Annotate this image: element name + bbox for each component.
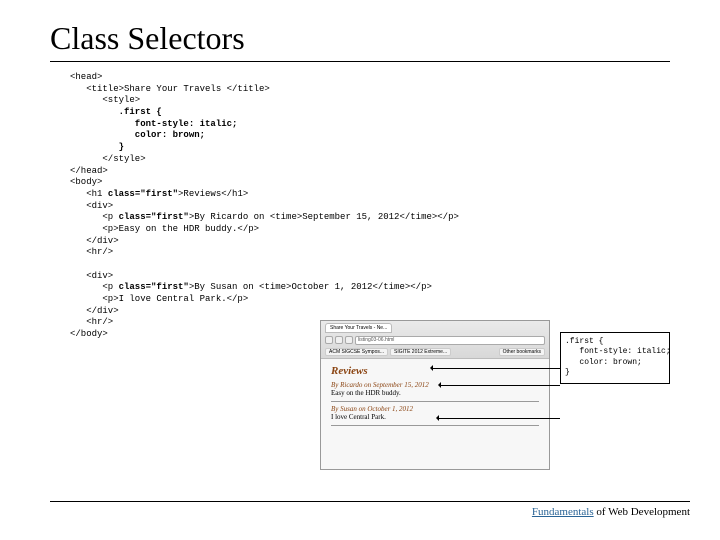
rendered-first-p: By Susan on October 1, 2012 <box>331 405 539 413</box>
address-bar: listing03-06.html <box>355 336 545 345</box>
footer-text: of Web Development <box>594 506 690 518</box>
bookmark-other: Other bookmarks <box>499 348 545 356</box>
back-icon <box>325 336 333 344</box>
bookmark: ACM SIGCSE Sympos... <box>325 348 388 356</box>
arrow-icon <box>440 385 560 386</box>
code-block: <head> <title>Share Your Travels </title… <box>50 72 670 341</box>
rendered-p: Easy on the HDR buddy. <box>331 389 539 397</box>
footer-link: Fundamentals <box>532 506 594 518</box>
arrow-icon <box>432 368 560 369</box>
css-callout: .first { font-style: italic; color: brow… <box>560 332 670 384</box>
forward-icon <box>335 336 343 344</box>
reload-icon <box>345 336 353 344</box>
browser-tab: Share Your Travels - Ne... <box>325 323 392 333</box>
arrow-icon <box>438 418 560 419</box>
slide-title: Class Selectors <box>50 20 670 62</box>
browser-chrome: Share Your Travels - Ne... listing03-06.… <box>321 321 549 359</box>
browser-screenshot: Share Your Travels - Ne... listing03-06.… <box>320 320 550 470</box>
rendered-page: Reviews By Ricardo on September 15, 2012… <box>321 359 549 435</box>
rendered-hr <box>331 401 539 402</box>
footer: Fundamentals of Web Development <box>50 501 690 518</box>
rendered-h1: Reviews <box>331 365 539 377</box>
rendered-hr <box>331 425 539 426</box>
bookmark: SIGITE 2012 Extreme... <box>390 348 451 356</box>
